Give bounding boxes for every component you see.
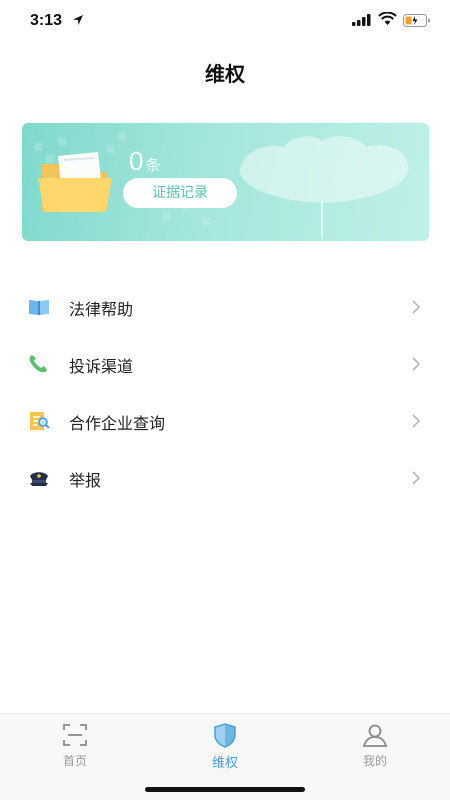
tab-label: 首页 xyxy=(62,754,87,768)
status-bar: 3:13 xyxy=(0,0,450,44)
evidence-record-button[interactable]: 证据记录 xyxy=(123,178,237,208)
menu-item-label: 合作企业查询 xyxy=(69,414,166,433)
document-search-icon xyxy=(30,412,50,430)
tab-mine[interactable]: 我的 xyxy=(335,722,415,769)
folder-icon xyxy=(38,152,112,212)
menu-item-label: 投诉渠道 xyxy=(69,357,134,376)
menu-list: 法律帮助 投诉渠道 合作企业查询 举报 xyxy=(0,278,450,506)
chevron-right-icon xyxy=(412,300,421,314)
location-arrow-icon xyxy=(73,15,83,25)
police-cap-icon xyxy=(30,472,48,486)
tab-label: 我的 xyxy=(362,754,387,768)
menu-item-label: 法律帮助 xyxy=(69,300,134,319)
tab-label: 维权 xyxy=(211,756,238,771)
chevron-right-icon xyxy=(412,414,421,428)
home-indicator xyxy=(145,787,305,792)
status-time: 3:13 xyxy=(30,12,63,29)
chevron-right-icon xyxy=(412,357,421,371)
page-title: 维权 xyxy=(205,62,245,86)
phone-icon xyxy=(29,355,47,373)
scan-frame-icon xyxy=(63,724,87,746)
menu-item-report[interactable]: 举报 xyxy=(0,449,450,506)
user-icon xyxy=(362,724,388,747)
menu-item-label: 举报 xyxy=(69,471,102,490)
book-icon xyxy=(29,300,49,315)
battery-icon xyxy=(403,14,430,27)
menu-item-legal-help[interactable]: 法律帮助 xyxy=(0,278,450,335)
menu-item-partner-query[interactable]: 合作企业查询 xyxy=(0,392,450,449)
cell-signal-icon xyxy=(352,14,371,26)
evidence-count: 0条 xyxy=(129,146,160,177)
evidence-count-value: 0 xyxy=(129,146,144,176)
wifi-icon xyxy=(378,12,397,25)
chevron-right-icon xyxy=(412,471,421,485)
tab-rights[interactable]: 维权 xyxy=(185,722,265,771)
evidence-count-unit: 条 xyxy=(145,156,161,174)
tab-home[interactable]: 首页 xyxy=(35,722,115,769)
menu-item-complaint-channel[interactable]: 投诉渠道 xyxy=(0,335,450,392)
shield-icon xyxy=(214,723,236,748)
